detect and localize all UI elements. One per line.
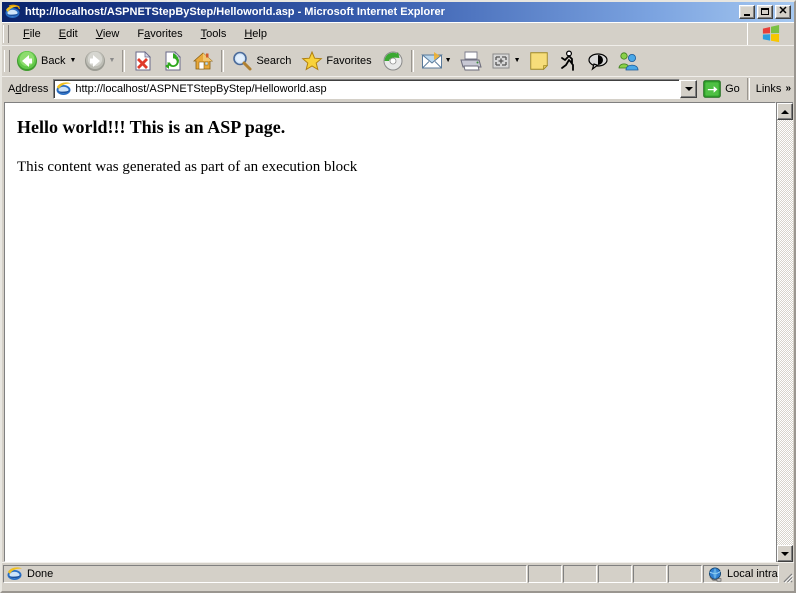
ie-icon[interactable] [5, 4, 21, 20]
home-icon [191, 49, 215, 73]
menu-bar: File Edit View Favorites Tools Help [2, 22, 794, 45]
close-button[interactable]: ✕ [775, 5, 791, 19]
mail-dropdown-icon[interactable]: ▼ [444, 48, 453, 74]
address-dropdown-button[interactable] [680, 80, 697, 98]
stop-icon [131, 49, 155, 73]
browser-window: http://localhost/ASPNETStepByStep/Hellow… [0, 0, 796, 593]
favorites-star-icon [300, 49, 324, 73]
links-button[interactable]: Links » [753, 78, 794, 100]
double-chevron-icon[interactable]: » [785, 84, 791, 94]
minimize-button[interactable] [739, 5, 755, 19]
page-paragraph: This content was generated as part of an… [17, 158, 763, 176]
research-button[interactable] [583, 48, 613, 74]
menu-drag-handle[interactable] [3, 25, 9, 43]
vertical-scrollbar[interactable] [776, 102, 793, 562]
menu-view[interactable]: View [87, 26, 129, 43]
toolbar-separator-2 [221, 50, 224, 72]
ie-status-icon [7, 566, 23, 582]
scroll-up-button[interactable] [777, 103, 793, 120]
print-button[interactable] [456, 48, 486, 74]
status-panel-4 [633, 565, 667, 583]
home-button[interactable] [188, 48, 218, 74]
refresh-icon [161, 49, 185, 73]
search-label: Search [256, 55, 291, 67]
forward-dropdown-icon[interactable]: ▼ [107, 48, 116, 74]
address-label: Address [8, 83, 48, 95]
discuss-button[interactable] [525, 48, 553, 74]
media-button[interactable] [378, 48, 408, 74]
back-dropdown-icon[interactable]: ▼ [68, 48, 77, 74]
resize-grip[interactable] [779, 565, 793, 583]
status-message-panel: Done [3, 565, 527, 583]
globe-network-icon [707, 566, 723, 582]
menu-items: File Edit View Favorites Tools Help [11, 23, 747, 45]
menu-edit[interactable]: Edit [50, 26, 87, 43]
links-label: Links [756, 83, 782, 95]
search-button[interactable]: Search [227, 48, 297, 74]
address-bar: Address http://localhost/ASPNETStepBySte… [2, 76, 794, 100]
print-icon [459, 49, 483, 73]
status-panel-5 [668, 565, 702, 583]
mail-icon [420, 49, 444, 73]
people-icon [616, 49, 640, 73]
content-area: Hello world!!! This is an ASP page. This… [2, 100, 794, 562]
search-icon [230, 49, 254, 73]
window-title: http://localhost/ASPNETStepByStep/Hellow… [25, 6, 739, 18]
address-value: http://localhost/ASPNETStepByStep/Hellow… [75, 83, 679, 95]
toolbar-separator-1 [122, 50, 125, 72]
favorites-label: Favorites [326, 55, 371, 67]
forward-button[interactable]: ▼ [80, 48, 119, 74]
status-text: Done [27, 568, 53, 580]
scroll-down-button[interactable] [777, 545, 793, 562]
chevron-down-icon [685, 87, 693, 91]
people-button[interactable] [613, 48, 643, 74]
notepad-icon [528, 50, 550, 72]
address-input[interactable]: http://localhost/ASPNETStepByStep/Hellow… [53, 79, 680, 99]
refresh-button[interactable] [158, 48, 188, 74]
edit-page-icon [489, 49, 513, 73]
back-button[interactable]: Back ▼ [12, 48, 80, 74]
toolbar-separator-3 [411, 50, 414, 72]
navigation-toolbar: Back ▼ ▼ [2, 45, 794, 76]
edit-dropdown-icon[interactable]: ▼ [513, 48, 522, 74]
security-zone-panel[interactable]: Local intranet [703, 565, 779, 583]
page-document: Hello world!!! This is an ASP page. This… [5, 103, 775, 176]
edit-button[interactable]: ▼ [486, 48, 525, 74]
status-panel-3 [598, 565, 632, 583]
toolbar-drag-handle[interactable] [4, 50, 10, 72]
page-heading: Hello world!!! This is an ASP page. [17, 116, 763, 138]
messenger-button[interactable] [553, 48, 583, 74]
ie-page-icon [56, 81, 72, 97]
back-arrow-icon [15, 49, 39, 73]
scroll-up-arrow-icon [781, 110, 789, 114]
mail-button[interactable]: ▼ [417, 48, 456, 74]
address-separator [747, 78, 750, 100]
status-bar: Done Local intranet [2, 562, 794, 584]
go-label: Go [725, 83, 740, 95]
security-zone-text: Local intranet [727, 568, 779, 580]
stop-button[interactable] [128, 48, 158, 74]
go-arrow-icon [702, 79, 722, 99]
running-man-icon [556, 49, 580, 73]
forward-arrow-icon [83, 49, 107, 73]
back-label: Back [41, 55, 65, 67]
scroll-track[interactable] [777, 120, 793, 545]
maximize-button[interactable] [757, 5, 773, 19]
menu-tools[interactable]: Tools [192, 26, 236, 43]
window-controls: ✕ [739, 5, 792, 19]
scroll-down-arrow-icon [781, 552, 789, 556]
title-bar: http://localhost/ASPNETStepByStep/Hellow… [2, 2, 794, 22]
menu-favorites[interactable]: Favorites [128, 26, 191, 43]
go-button[interactable]: Go [700, 78, 744, 100]
page-viewport: Hello world!!! This is an ASP page. This… [4, 102, 776, 562]
menu-help[interactable]: Help [235, 26, 276, 43]
status-panel-2 [563, 565, 597, 583]
menu-file[interactable]: File [14, 26, 50, 43]
favorites-button[interactable]: Favorites [297, 48, 377, 74]
media-icon [381, 49, 405, 73]
status-panel-1 [528, 565, 562, 583]
windows-flag-logo[interactable] [747, 23, 794, 45]
speech-bubble-icon [586, 49, 610, 73]
